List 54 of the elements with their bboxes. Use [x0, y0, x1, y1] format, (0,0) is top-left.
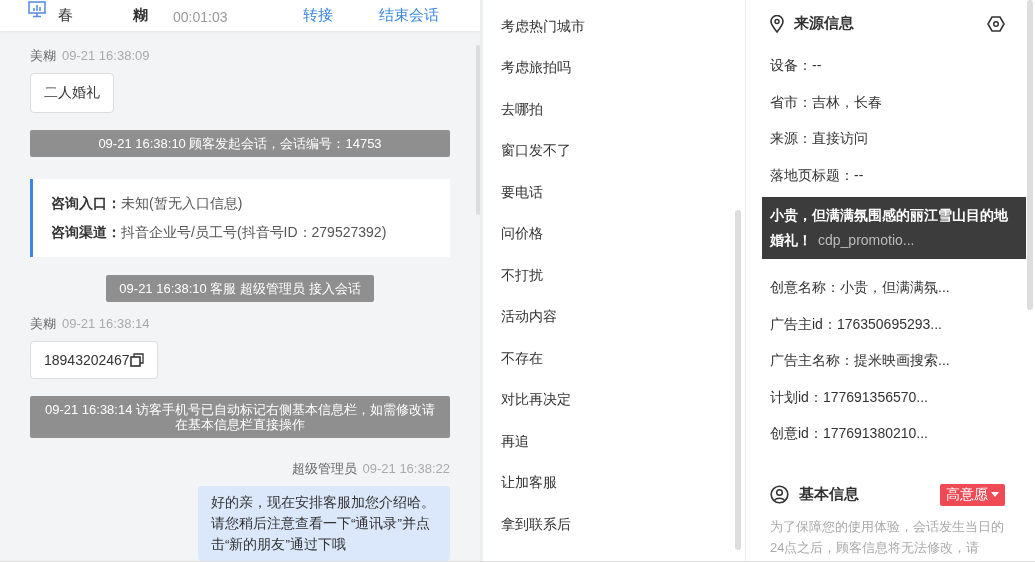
source-field: 创意id：177691380210... [770, 415, 1035, 452]
duration-text: 00:01:03 [173, 9, 229, 25]
location-pin-icon [770, 14, 784, 33]
source-field: 来源：直接访问 [770, 120, 1035, 157]
tooltip: 小贵，但满满氛围感的丽江雪山目的地婚礼！ cdp_promotio... [762, 197, 1026, 259]
monitor-chart-icon [28, 1, 46, 18]
system-message: 09-21 16:38:10 客服 超级管理员 接入会话 [106, 275, 374, 302]
user-icon [770, 485, 789, 504]
message-time: 09-21 16:38:09 [62, 48, 150, 63]
intent-dropdown[interactable]: 高意愿 [940, 483, 1005, 506]
sender-name: 美糊 [30, 316, 56, 331]
info-line: 咨询渠道：抖音企业号/员工号(抖音号ID：279527392) [51, 223, 388, 242]
customer-name: 糊 [133, 6, 149, 25]
phrase-item[interactable]: 对比再决定 [483, 379, 589, 421]
source-field: 创意名称：小贵，但满满氛... [770, 269, 1035, 306]
section-title: 来源信息 [794, 14, 855, 33]
source-field: 广告主id：176350695293... [770, 305, 1035, 342]
message-bubble: 好的亲，现在安排客服加您介绍哈。请您稍后注意查看一下“通讯录”并点击“新的朋友”通过下哦 [198, 486, 450, 561]
info-line: 咨询入口：未知(暂无入口信息) [51, 194, 244, 213]
location-text: 春 [58, 6, 74, 25]
phrase-item[interactable]: 要电话 [483, 172, 561, 214]
message-time: 09-21 16:38:22 [362, 461, 450, 476]
phrase-item[interactable]: 不存在 [483, 338, 561, 380]
phrase-item[interactable]: 考虑旅拍吗 [483, 47, 589, 89]
phrase-item[interactable]: 活动内容 [483, 296, 575, 338]
sender-name: 美糊 [30, 48, 56, 63]
message-bubble: 18943202467 [30, 341, 158, 379]
phrase-item[interactable]: 再追 [483, 421, 547, 463]
source-field: 省市：吉林，长春 [770, 83, 1035, 120]
section-title: 基本信息 [799, 485, 860, 504]
caret-icon [991, 492, 999, 497]
phrase-item[interactable]: 不打扰 [483, 255, 561, 297]
source-field: 计划id：177691356570... [770, 378, 1035, 415]
phrase-item[interactable]: 拿到联系后 [483, 504, 589, 546]
phrase-item[interactable]: 考虑热门城市 [483, 6, 603, 48]
transfer-link[interactable]: 转接 [303, 6, 379, 25]
system-message: 09-21 16:38:14 访客手机号已自动标记右侧基本信息栏，如需修改请在基本信息栏直接操作 [30, 396, 450, 438]
phrase-item[interactable]: 去哪拍 [483, 89, 561, 131]
settings-icon[interactable] [987, 15, 1005, 32]
phrase-item[interactable]: 窗口发不了 [483, 130, 589, 172]
system-message: 09-21 16:38:10 顾客发起会话，会话编号：14753 [30, 130, 450, 157]
source-field: 落地页标题：-- [770, 156, 1035, 193]
message-bubble: 二人婚礼 [30, 73, 114, 113]
phrase-item[interactable]: 问价格 [483, 213, 561, 255]
source-field: 广告主名称：提米映画搜索... [770, 342, 1035, 379]
scrollbar[interactable] [735, 210, 741, 550]
end-chat-link[interactable]: 结束会话 [379, 6, 439, 25]
message-time: 09-21 16:38:14 [62, 316, 150, 331]
phrase-item[interactable]: 让加客服 [483, 462, 575, 504]
sender-name: 超级管理员 [291, 461, 357, 476]
source-field: 设备：-- [770, 47, 1035, 84]
scrollbar[interactable] [1027, 0, 1033, 310]
note-text: 为了保障您的使用体验，会话发生当日的24点之后，顾客信息将无法修改，请 [770, 517, 1005, 557]
copy-icon[interactable] [129, 353, 144, 367]
